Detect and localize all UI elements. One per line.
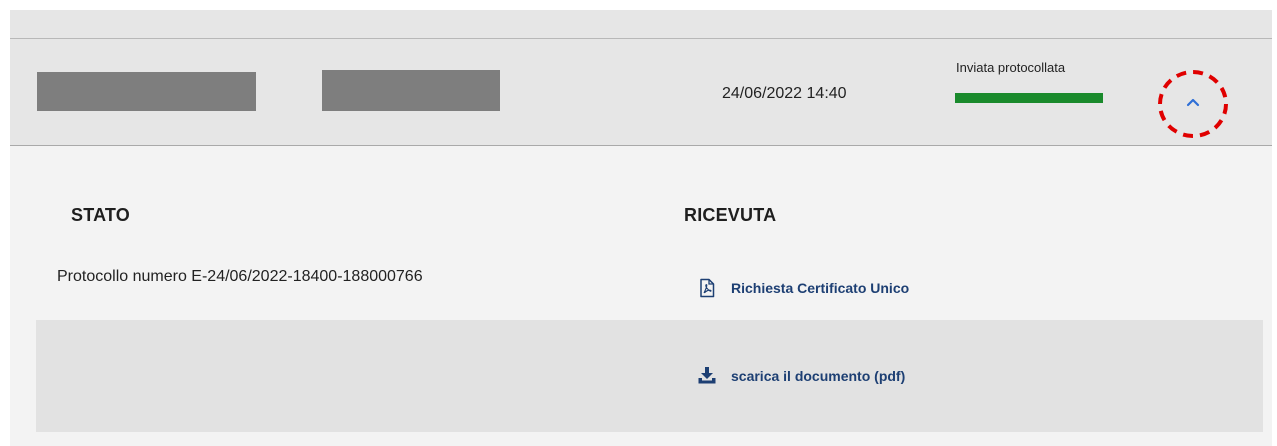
ricevuta-heading: RICEVUTA	[684, 205, 777, 225]
status-progress-bar	[955, 93, 1103, 103]
download-link-label: scarica il documento (pdf)	[731, 368, 906, 384]
request-header-row[interactable]: 24/06/2022 14:40 Inviata protocollata	[10, 39, 1272, 146]
toggle-highlight	[1157, 69, 1229, 139]
download-icon	[697, 366, 717, 386]
redacted-field-1	[37, 72, 256, 111]
request-card: 24/06/2022 14:40 Inviata protocollata ST…	[10, 10, 1272, 446]
download-document-link[interactable]: scarica il documento (pdf)	[697, 366, 905, 386]
submission-date: 24/06/2022 14:40	[722, 85, 847, 102]
download-panel	[36, 320, 1263, 432]
pdf-link-label: Richiesta Certificato Unico	[731, 280, 910, 296]
stato-heading: STATO	[71, 205, 130, 225]
chevron-up-icon	[1186, 98, 1200, 107]
top-strip	[10, 10, 1272, 39]
pdf-file-icon	[697, 278, 717, 298]
collapse-toggle-button[interactable]	[1181, 91, 1205, 113]
protocol-number: Protocollo numero E-24/06/2022-18400-188…	[57, 268, 423, 285]
redacted-field-2	[322, 70, 500, 111]
pdf-document-link[interactable]: Richiesta Certificato Unico	[697, 278, 909, 298]
status-label: Inviata protocollata	[956, 60, 1066, 75]
